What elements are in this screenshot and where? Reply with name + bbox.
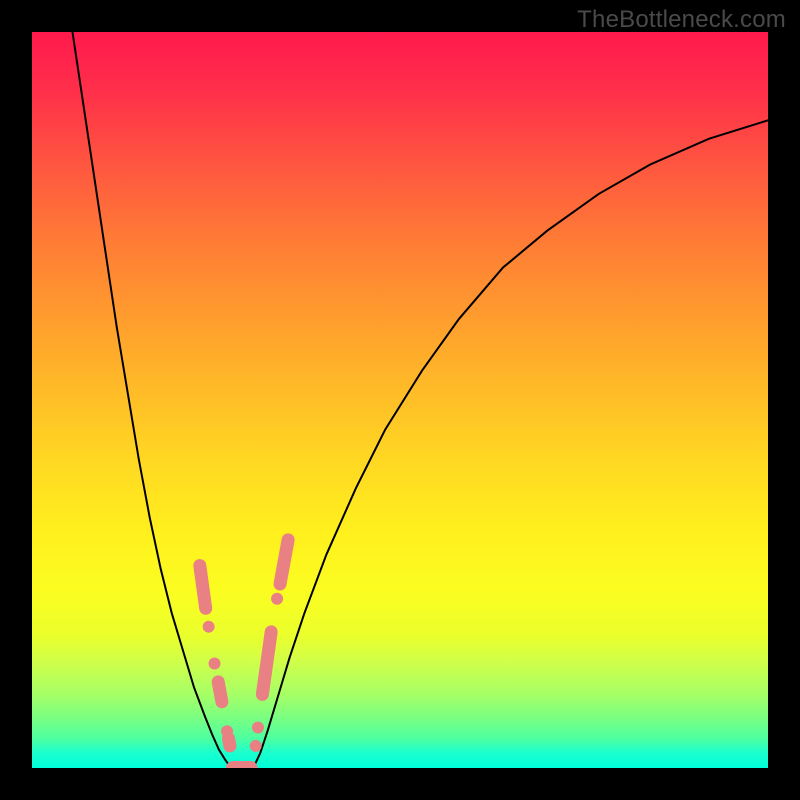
chart-frame: TheBottleneck.com: [0, 0, 800, 800]
marker-dot: [203, 621, 215, 633]
curve-group: [72, 32, 768, 768]
curve-right-branch: [254, 120, 768, 765]
marker-dot: [209, 657, 221, 669]
marker-group: [200, 540, 288, 768]
marker-dot: [271, 593, 283, 605]
marker-dot: [252, 722, 264, 734]
chart-plot-area: [32, 32, 768, 768]
marker-capsule-right-upper: [280, 540, 288, 584]
chart-svg: [32, 32, 768, 768]
marker-capsule-right-lower: [262, 632, 271, 695]
marker-capsule-left-mid: [218, 682, 222, 702]
marker-capsule-left-upper: [200, 566, 206, 609]
marker-capsule-left-lower: [229, 739, 230, 746]
curve-left-branch: [72, 32, 230, 767]
marker-dot: [250, 740, 262, 752]
watermark-label: TheBottleneck.com: [577, 6, 786, 34]
